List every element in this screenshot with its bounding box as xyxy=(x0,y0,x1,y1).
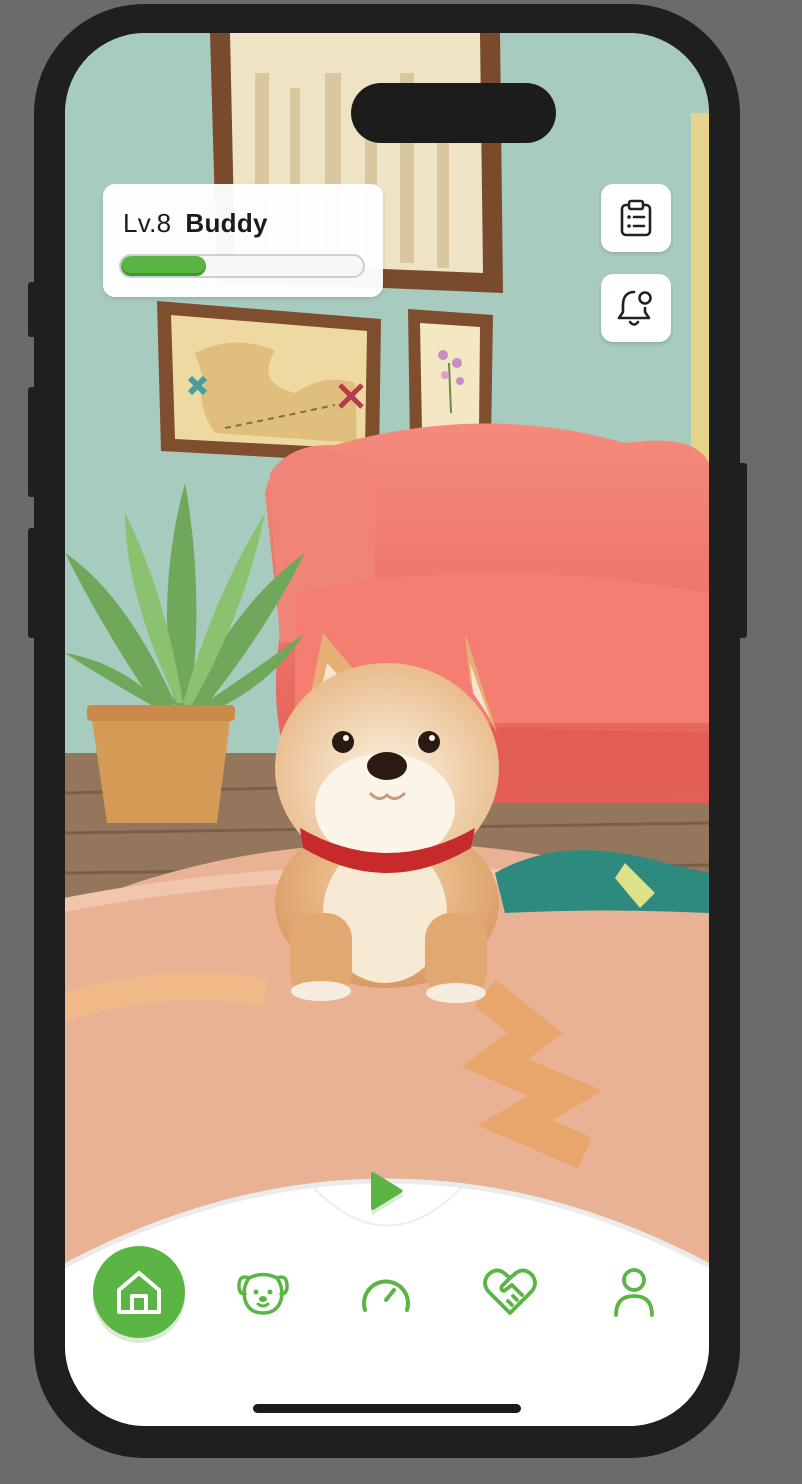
treasure-map-frame xyxy=(157,301,381,463)
dynamic-island xyxy=(351,83,556,143)
home-indicator xyxy=(253,1404,521,1413)
tasks-button[interactable] xyxy=(601,184,671,252)
dog-face-icon xyxy=(237,1272,289,1315)
app-screen: Lv.8 Buddy xyxy=(65,33,709,1426)
phone-power-button xyxy=(738,463,747,638)
nav-stats[interactable] xyxy=(340,1246,432,1338)
heart-handshake-icon xyxy=(483,1268,537,1315)
pet-name: Buddy xyxy=(185,208,268,238)
phone-action-button xyxy=(28,282,36,337)
nav-care[interactable] xyxy=(464,1246,556,1338)
bell-settings-icon xyxy=(617,290,652,326)
play-button[interactable] xyxy=(313,1150,461,1234)
home-icon xyxy=(117,1271,161,1314)
nav-profile[interactable] xyxy=(588,1246,680,1338)
pet-level-heading: Lv.8 Buddy xyxy=(123,208,268,239)
clipboard-list-icon xyxy=(620,199,652,237)
nav-pet[interactable] xyxy=(217,1246,309,1338)
gauge-icon xyxy=(362,1279,410,1312)
notifications-button[interactable] xyxy=(601,274,671,342)
curtain xyxy=(691,113,709,473)
user-icon xyxy=(614,1268,654,1317)
pet-level-card[interactable]: Lv.8 Buddy xyxy=(103,184,383,297)
xp-progress-bar xyxy=(119,254,365,278)
xp-progress-fill xyxy=(121,256,206,276)
play-icon xyxy=(371,1172,404,1215)
phone-volume-down-button xyxy=(28,528,36,638)
level-label: Lv.8 xyxy=(123,208,172,238)
flower-frame xyxy=(408,309,493,443)
phone-volume-up-button xyxy=(28,387,36,497)
nav-home[interactable] xyxy=(93,1246,185,1338)
